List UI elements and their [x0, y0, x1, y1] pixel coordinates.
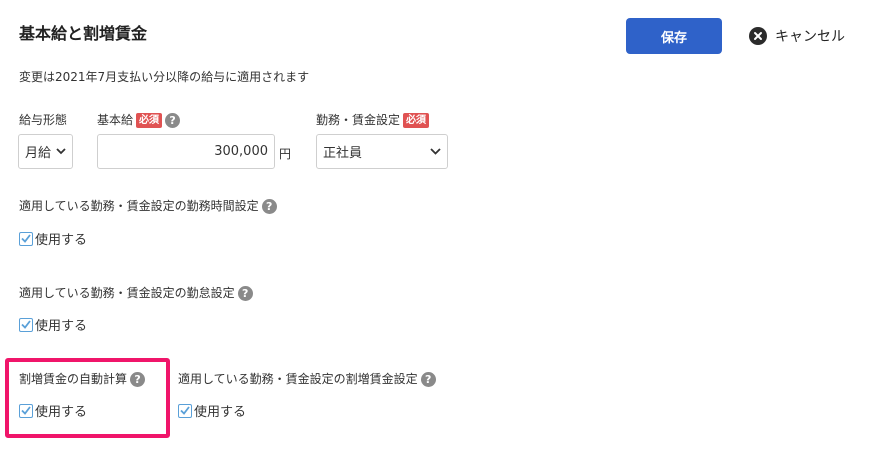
base-salary-value: 300,000 — [214, 144, 268, 159]
close-circle-icon — [749, 27, 767, 45]
attendance-use-checkbox[interactable]: 使用する — [19, 315, 87, 334]
work-setting-select[interactable]: 正社員 — [316, 134, 448, 169]
chevron-down-icon — [56, 148, 66, 155]
work-hours-setting-label: 適用している勤務・賃金設定の勤務時間設定 ? — [19, 197, 277, 215]
work-setting-label-text: 勤務・賃金設定 — [316, 113, 401, 127]
overtime-setting-use-checkbox[interactable]: 使用する — [178, 401, 246, 420]
highlight-annotation-box — [5, 358, 170, 438]
checkbox-checked-icon[interactable] — [178, 403, 192, 418]
effective-date-notice: 変更は2021年7月支払い分以降の給与に適用されます — [19, 70, 310, 84]
attendance-setting-label: 適用している勤務・賃金設定の勤怠設定 ? — [19, 284, 253, 302]
base-salary-label-text: 基本給 — [97, 113, 134, 127]
attendance-setting-label-text: 適用している勤務・賃金設定の勤怠設定 — [19, 286, 235, 300]
work-hours-setting-label-text: 適用している勤務・賃金設定の勤務時間設定 — [19, 199, 259, 213]
save-button[interactable]: 保存 — [626, 18, 722, 54]
required-badge: 必須 — [136, 112, 163, 128]
checkbox-checked-icon[interactable] — [19, 231, 33, 246]
checkbox-label: 使用する — [35, 233, 88, 248]
help-icon[interactable]: ? — [165, 112, 181, 128]
page-title: 基本給と割増賃金 — [19, 24, 148, 43]
overtime-setting-label: 適用している勤務・賃金設定の割増賃金設定 ? — [178, 370, 436, 388]
checkbox-label: 使用する — [35, 319, 88, 334]
help-icon[interactable]: ? — [261, 198, 277, 214]
required-badge: 必須 — [403, 112, 430, 128]
checkbox-checked-icon[interactable] — [19, 317, 33, 332]
checkbox-label: 使用する — [194, 405, 247, 420]
cancel-button[interactable]: キャンセル — [749, 25, 845, 47]
help-icon[interactable]: ? — [420, 371, 436, 387]
chevron-down-icon — [430, 148, 441, 155]
base-salary-input[interactable]: 300,000 — [97, 134, 275, 169]
yen-unit: 円 — [279, 147, 292, 161]
cancel-label: キャンセル — [775, 29, 845, 45]
work-setting-value: 正社員 — [323, 146, 363, 161]
help-icon[interactable]: ? — [237, 285, 253, 301]
pay-type-label: 給与形態 — [19, 111, 67, 129]
base-salary-label: 基本給 必須 ? — [97, 111, 181, 129]
work-setting-label: 勤務・賃金設定 必須 — [316, 111, 430, 129]
overtime-setting-label-text: 適用している勤務・賃金設定の割増賃金設定 — [178, 372, 418, 386]
pay-type-label-text: 給与形態 — [19, 113, 68, 127]
pay-type-value: 月給 — [25, 146, 52, 161]
pay-type-select[interactable]: 月給 — [18, 134, 73, 169]
work-hours-use-checkbox[interactable]: 使用する — [19, 229, 87, 248]
